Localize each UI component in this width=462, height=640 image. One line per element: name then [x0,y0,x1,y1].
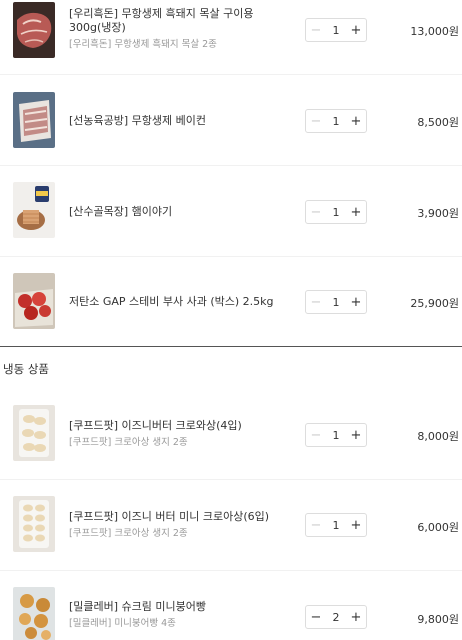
section-title-frozen: 냉동 상품 [3,362,49,376]
decrease-button[interactable]: − [306,514,326,536]
quantity-value: 1 [332,295,340,309]
quantity-value: 1 [332,114,340,128]
product-price: 3,900원 [417,207,459,220]
quantity-stepper: − 1 + [305,109,367,133]
decrease-button[interactable]: − [306,291,326,313]
product-price: 25,900원 [410,297,459,310]
product-image-bacon[interactable] [13,92,55,148]
product-image-pork[interactable] [13,2,55,58]
product-name[interactable]: [쿠프드팟] 이즈니 버터 미니 크로아상(6입) [69,510,297,524]
cart-item: [쿠프드팟] 이즈니버터 크로와상(4입) [쿠프드팟] 크로아상 생지 2종 … [0,390,462,479]
quantity-value: 1 [332,205,340,219]
cart-item: [선농육공방] 무항생제 베이컨 − 1 + 8,500원 [0,75,462,165]
product-option: [쿠프드팟] 크로아상 생지 2종 [69,437,188,448]
decrease-button[interactable]: − [306,201,326,223]
cart-item: [산수골목장] 햄이야기 − 1 + 3,900원 [0,166,462,256]
product-name[interactable]: [산수골목장] 햄이야기 [69,205,297,219]
quantity-stepper: − 2 + [305,605,367,629]
quantity-value: 1 [332,428,340,442]
product-option: [쿠프드팟] 크로아상 생지 2종 [69,528,188,539]
product-name[interactable]: [우리흑돈] 무항생제 흑돼지 목살 구이용 300g(냉장) [69,7,297,35]
product-option: [밀클레버] 미니붕어빵 4종 [69,618,176,629]
quantity-value: 1 [332,23,340,37]
decrease-button[interactable]: − [306,606,326,628]
product-image-bungeoppang[interactable] [13,587,55,640]
increase-button[interactable]: + [346,291,366,313]
product-name[interactable]: 저탄소 GAP 스테비 부사 사과 (박스) 2.5kg [69,295,297,309]
product-name[interactable]: [선농육공방] 무항생제 베이컨 [69,114,297,128]
cart-item: [우리흑돈] 무항생제 흑돼지 목살 구이용 300g(냉장) [우리흑돈] 무… [0,0,462,74]
product-price: 8,000원 [417,430,459,443]
increase-button[interactable]: + [346,606,366,628]
quantity-value: 1 [332,518,340,532]
product-image-mini-croissant[interactable] [13,496,55,552]
section-divider [0,346,462,347]
quantity-stepper: − 1 + [305,18,367,42]
product-price: 6,000원 [417,521,459,534]
increase-button[interactable]: + [346,19,366,41]
product-image-croissant[interactable] [13,405,55,461]
quantity-stepper: − 1 + [305,513,367,537]
increase-button[interactable]: + [346,201,366,223]
cart-item: [쿠프드팟] 이즈니 버터 미니 크로아상(6입) [쿠프드팟] 크로아상 생지… [0,480,462,570]
product-price: 13,000원 [410,25,459,38]
product-image-apple[interactable] [13,273,55,329]
quantity-value: 2 [332,610,340,624]
decrease-button[interactable]: − [306,110,326,132]
product-price: 8,500원 [417,116,459,129]
product-option: [우리흑돈] 무항생제 흑돼지 목살 2종 [69,39,217,50]
product-price: 9,800원 [417,613,459,626]
increase-button[interactable]: + [346,424,366,446]
decrease-button[interactable]: − [306,424,326,446]
product-name[interactable]: [밀클레버] 슈크림 미니붕어빵 [69,600,297,614]
quantity-stepper: − 1 + [305,290,367,314]
product-name[interactable]: [쿠프드팟] 이즈니버터 크로와상(4입) [69,419,297,433]
product-image-ham[interactable] [13,182,55,238]
decrease-button[interactable]: − [306,19,326,41]
cart-item: [밀클레버] 슈크림 미니붕어빵 [밀클레버] 미니붕어빵 4종 − 2 + 9… [0,571,462,640]
cart-item: 저탄소 GAP 스테비 부사 사과 (박스) 2.5kg − 1 + 25,90… [0,257,462,346]
quantity-stepper: − 1 + [305,423,367,447]
increase-button[interactable]: + [346,110,366,132]
increase-button[interactable]: + [346,514,366,536]
quantity-stepper: − 1 + [305,200,367,224]
